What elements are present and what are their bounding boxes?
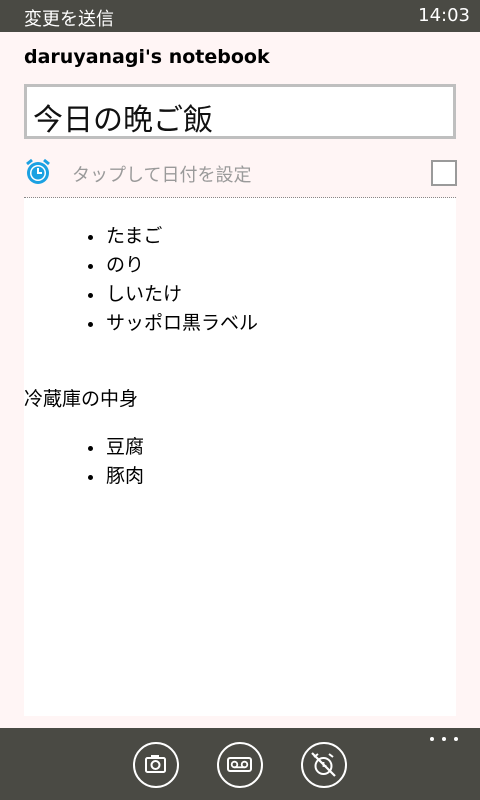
note-body[interactable]: たまご のり しいたけ サッポロ黒ラベル 冷蔵庫の中身 豆腐 豚肉 bbox=[24, 198, 456, 716]
list-item: 豚肉 bbox=[86, 462, 144, 491]
set-date-link[interactable]: タップして日付を設定 bbox=[72, 161, 251, 187]
clock: 14:03 bbox=[418, 5, 470, 26]
camera-icon bbox=[145, 755, 166, 773]
ellipsis-icon[interactable] bbox=[430, 732, 458, 746]
note-title-text: 今日の晩ご飯 bbox=[33, 103, 213, 138]
reminder-button[interactable] bbox=[301, 742, 347, 788]
voice-memo-button[interactable] bbox=[217, 742, 263, 788]
send-changes-status: 変更を送信 bbox=[24, 9, 114, 30]
shopping-list: たまご のり しいたけ サッポロ黒ラベル bbox=[86, 222, 258, 338]
list-item: しいたけ bbox=[86, 280, 258, 309]
section-heading: 冷蔵庫の中身 bbox=[24, 388, 139, 410]
alarm-clock-icon[interactable] bbox=[24, 158, 52, 186]
note-title-field[interactable]: 今日の晩ご飯 bbox=[24, 84, 456, 139]
list-item: たまご bbox=[86, 222, 258, 251]
list-item: のり bbox=[86, 251, 258, 280]
list-item: 豆腐 bbox=[86, 433, 144, 462]
list-item: サッポロ黒ラベル bbox=[86, 309, 258, 338]
voice-memo-icon bbox=[227, 757, 252, 772]
camera-button[interactable] bbox=[133, 742, 179, 788]
done-checkbox[interactable] bbox=[431, 160, 457, 186]
fridge-list: 豆腐 豚肉 bbox=[86, 433, 144, 491]
app-bar bbox=[0, 728, 480, 800]
status-bar: 変更を送信 14:03 bbox=[0, 0, 480, 32]
alarm-off-icon bbox=[311, 752, 336, 777]
notebook-name: daruyanagi's notebook bbox=[24, 46, 270, 68]
